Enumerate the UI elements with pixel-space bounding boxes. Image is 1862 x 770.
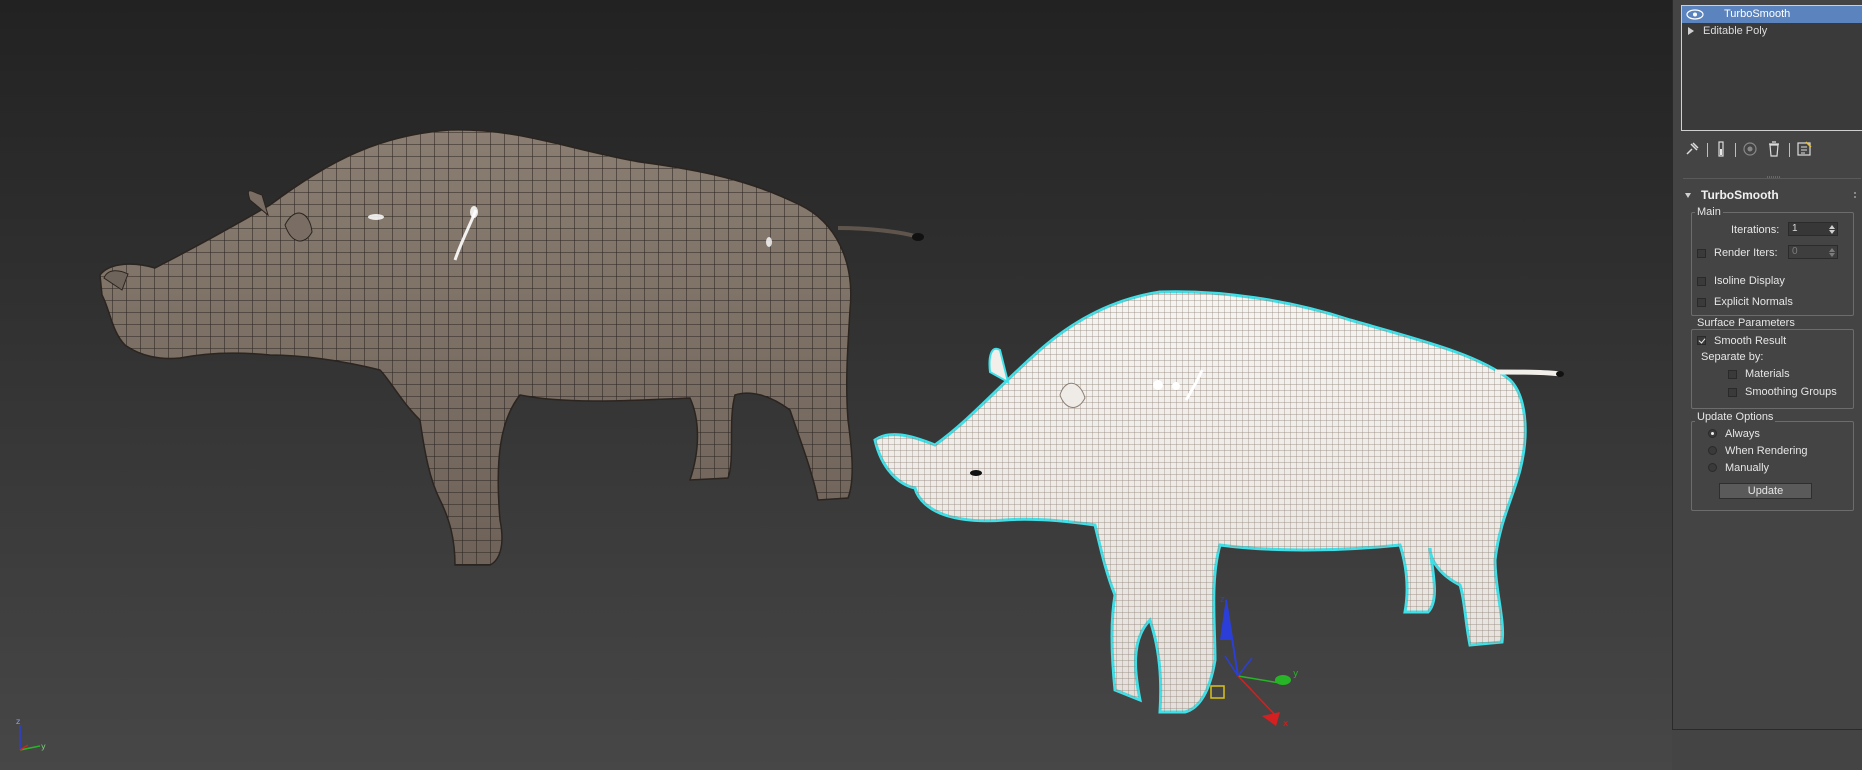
transform-gizmo[interactable]: x y z	[1210, 595, 1299, 729]
tripod-y-label: y	[41, 742, 46, 751]
iterations-value: 1	[1792, 223, 1798, 234]
modify-panel: TurboSmooth Editable Poly TurboSmooth Ma…	[1672, 0, 1862, 730]
rhino-mesh-base[interactable]	[99, 129, 924, 566]
update-options-label: Update Options	[1695, 411, 1776, 423]
always-radio[interactable]	[1708, 429, 1717, 438]
rollout-drag-handle-icon[interactable]	[1853, 191, 1857, 199]
show-end-result-icon[interactable]	[1712, 140, 1730, 158]
render-iters-checkbox[interactable]	[1697, 249, 1706, 258]
perspective-viewport[interactable]: x y z z y	[0, 0, 1672, 770]
toolbar-separator	[1789, 143, 1790, 157]
manually-label: Manually	[1725, 462, 1770, 474]
eye-icon[interactable]	[1686, 9, 1704, 20]
spinner-arrows-icon[interactable]	[1829, 248, 1835, 257]
explicit-normals-checkbox[interactable]	[1697, 298, 1706, 307]
configure-modifier-sets-icon[interactable]	[1795, 140, 1813, 158]
materials-label: Materials	[1745, 368, 1790, 380]
panel-resize-grip[interactable]	[1767, 175, 1781, 179]
isoline-display-checkbox[interactable]	[1697, 277, 1706, 286]
iterations-spinner[interactable]: 1	[1788, 222, 1838, 236]
smoothing-groups-label: Smoothing Groups	[1745, 386, 1837, 398]
pin-stack-icon[interactable]	[1683, 140, 1701, 158]
render-iters-value: 0	[1792, 246, 1798, 257]
update-button[interactable]: Update	[1719, 483, 1812, 499]
expand-triangle-icon[interactable]	[1688, 27, 1694, 35]
rhino-mesh-turbosmooth-selected[interactable]	[873, 290, 1564, 714]
when-rendering-label: When Rendering	[1725, 445, 1808, 457]
when-rendering-radio[interactable]	[1708, 446, 1717, 455]
toolbar-separator	[1707, 143, 1708, 157]
rollout-title: TurboSmooth	[1701, 188, 1779, 202]
explicit-normals-label: Explicit Normals	[1714, 296, 1793, 308]
modifier-stack-list[interactable]: TurboSmooth Editable Poly	[1681, 5, 1862, 131]
always-label: Always	[1725, 428, 1760, 440]
tripod-z-label: z	[16, 717, 20, 726]
gizmo-z-label: z	[1220, 595, 1225, 605]
collapse-arrow-icon[interactable]	[1685, 193, 1691, 198]
smooth-result-checkbox[interactable]	[1697, 336, 1706, 345]
smoothing-groups-checkbox[interactable]	[1728, 388, 1737, 397]
manually-radio[interactable]	[1708, 463, 1717, 472]
gizmo-x-label: x	[1283, 719, 1289, 729]
stack-item-label: Editable Poly	[1703, 25, 1768, 37]
viewport-scene: x y z z y	[16, 129, 1564, 751]
render-iters-label: Render Iters:	[1714, 247, 1778, 259]
command-panel: TurboSmooth Editable Poly TurboSmooth Ma…	[1672, 0, 1862, 770]
spinner-arrows-icon[interactable]	[1829, 225, 1835, 234]
render-iters-spinner[interactable]: 0	[1788, 245, 1838, 259]
stack-toolbar	[1683, 140, 1861, 162]
smooth-result-label: Smooth Result	[1714, 335, 1787, 347]
panel-bottom-area	[1672, 730, 1862, 770]
stack-item-label: TurboSmooth	[1724, 8, 1791, 20]
remove-modifier-icon[interactable]	[1765, 140, 1783, 158]
main-group-label: Main	[1695, 206, 1723, 218]
isoline-display-label: Isoline Display	[1714, 275, 1785, 287]
stack-item-editable-poly[interactable]: Editable Poly	[1682, 23, 1862, 40]
surface-parameters-label: Surface Parameters	[1695, 317, 1797, 329]
make-unique-icon[interactable]	[1741, 140, 1759, 158]
view-axis-tripod: z y	[16, 717, 46, 751]
turbosmooth-rollout-header[interactable]: TurboSmooth	[1683, 188, 1861, 204]
materials-checkbox[interactable]	[1728, 370, 1737, 379]
gizmo-y-label: y	[1293, 669, 1299, 679]
separate-by-label: Separate by:	[1701, 351, 1764, 363]
iterations-label: Iterations:	[1731, 224, 1780, 236]
stack-item-turbosmooth[interactable]: TurboSmooth	[1682, 6, 1862, 23]
toolbar-separator	[1735, 143, 1736, 157]
